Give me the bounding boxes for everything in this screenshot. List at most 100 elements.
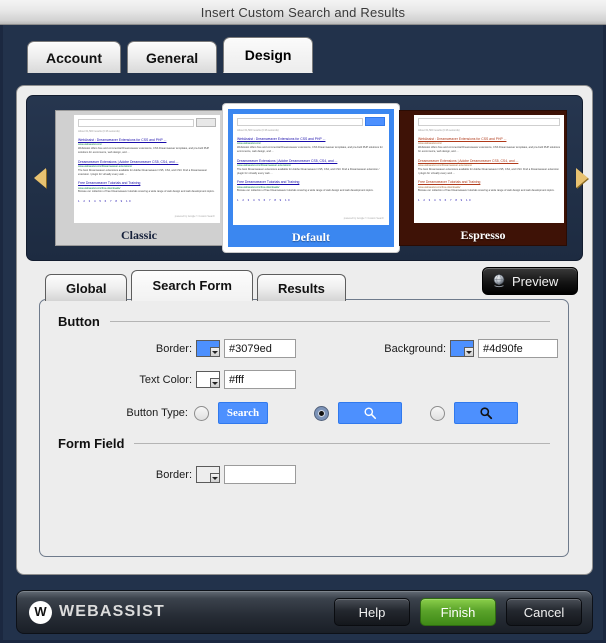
serp-result: WebAssist : Dreamweaver Extensions for C… — [78, 138, 216, 155]
serp-result-snippet: WebAssist offers free and commercial Dre… — [237, 145, 383, 153]
tab-search-form-label: Search Form — [152, 278, 232, 293]
theme-preview-classic: About 61,500 results (0.36 seconds) WebA… — [74, 115, 220, 223]
serp-result: Free Dreamweaver Tutorials and Training … — [237, 180, 385, 193]
footer-bar: W WEBASSIST Help Finish Cancel — [16, 590, 593, 634]
cancel-button-label: Cancel — [523, 604, 565, 620]
button-border-label: Border: — [155, 342, 192, 355]
serp-result: Dreamweaver Extensions | Adobe Dreamweav… — [237, 159, 385, 176]
chevron-down-icon — [210, 473, 219, 482]
chevron-down-icon — [464, 347, 473, 356]
webassist-mark-icon: W — [29, 600, 52, 624]
button-background-label: Background: — [384, 342, 446, 355]
legend-divider — [134, 443, 550, 444]
form-field-border-color-input[interactable] — [224, 465, 296, 484]
serp-count: About 61,500 results (0.36 seconds) — [237, 129, 279, 132]
serp-button — [196, 118, 216, 127]
button-type-radio-text[interactable] — [194, 405, 209, 421]
serp-result-snippet: Browse our collection of free Dreamweave… — [78, 190, 215, 194]
tab-general[interactable]: General — [127, 41, 218, 73]
form-field-border-color-swatch[interactable] — [196, 466, 220, 483]
serp-button — [365, 117, 385, 126]
form-field-border-row: Border: — [40, 465, 568, 484]
button-text-color-row: Text Color: — [40, 370, 568, 389]
help-button[interactable]: Help — [334, 598, 410, 626]
button-background-color-input[interactable] — [478, 339, 558, 358]
serp-result-snippet: WebAssist offers free and commercial Dre… — [418, 145, 560, 153]
theme-preview-espresso: About 61,500 results (0.36 seconds) WebA… — [414, 115, 564, 223]
search-form-settings: Button Border: Background: — [39, 299, 569, 557]
button-background-color-swatch[interactable] — [450, 340, 474, 357]
tab-design[interactable]: Design — [223, 37, 314, 73]
chevron-down-icon — [210, 378, 219, 387]
serp-pagination: 1 2 3 4 5 6 7 8 9 10 — [78, 199, 133, 204]
globe-icon — [493, 274, 505, 288]
button-section-title: Button — [58, 314, 100, 329]
theme-frame-default: About 61,500 results (0.36 seconds) WebA… — [228, 109, 394, 247]
tab-account[interactable]: Account — [27, 41, 121, 73]
button-type-text-label: Search — [226, 407, 260, 419]
theme-frame-espresso: About 61,500 results (0.36 seconds) WebA… — [399, 110, 567, 246]
tab-general-label: General — [146, 49, 199, 66]
preview-button[interactable]: Preview — [482, 267, 578, 295]
button-type-radio-icon-black[interactable] — [430, 405, 445, 421]
serp-result: Dreamweaver Extensions | Adobe Dreamweav… — [78, 160, 216, 177]
theme-label-classic: Classic — [56, 225, 222, 245]
button-type-preview-text[interactable]: Search — [218, 402, 268, 424]
tab-global[interactable]: Global — [45, 274, 128, 301]
button-type-label: Button Type: — [126, 407, 188, 419]
theme-option-espresso[interactable]: About 61,500 results (0.36 seconds) WebA… — [399, 110, 567, 246]
serp-result-snippet: The best Dreamweaver extensions availabl… — [237, 167, 380, 175]
button-border-color-swatch[interactable] — [196, 340, 220, 357]
serp-pagination: 1 2 3 4 5 6 7 8 9 10 — [418, 198, 473, 203]
brand-logo: W WEBASSIST — [29, 600, 334, 624]
tab-results-label: Results — [277, 280, 325, 296]
serp-count: About 61,500 results (0.36 seconds) — [418, 129, 460, 132]
tab-account-label: Account — [46, 49, 102, 66]
next-theme-arrow[interactable] — [569, 96, 595, 260]
button-text-color-input[interactable] — [224, 370, 296, 389]
button-type-preview-icon-white[interactable] — [338, 402, 402, 424]
inner-tab-bar: Global Search Form Results — [45, 270, 350, 301]
finish-button[interactable]: Finish — [420, 598, 496, 626]
theme-option-classic[interactable]: About 61,500 results (0.36 seconds) WebA… — [55, 110, 223, 246]
preview-button-label: Preview — [512, 273, 559, 289]
cancel-button[interactable]: Cancel — [506, 598, 582, 626]
search-icon — [480, 407, 493, 420]
prev-theme-arrow[interactable] — [27, 96, 53, 260]
tab-results[interactable]: Results — [256, 274, 346, 301]
button-type-preview-icon-black[interactable] — [454, 402, 518, 424]
button-text-color-swatch[interactable] — [196, 371, 220, 388]
serp-input — [237, 117, 363, 126]
serp-mock: About 61,500 results (0.36 seconds) WebA… — [414, 115, 564, 223]
button-border-color-input[interactable] — [224, 339, 296, 358]
button-type-radio-icon-white[interactable] — [314, 405, 329, 421]
arrow-left-icon — [34, 168, 46, 188]
serp-result-snippet: The best Dreamweaver extensions availabl… — [78, 168, 208, 176]
serp-input — [418, 118, 560, 126]
serp-input — [78, 118, 194, 127]
serp-result: WebAssist : Dreamweaver Extensions for C… — [418, 137, 560, 154]
theme-carousel: About 61,500 results (0.36 seconds) WebA… — [26, 95, 588, 261]
button-text-color-label: Text Color: — [139, 373, 192, 386]
dialog-window: Insert Custom Search and Results Account… — [0, 0, 606, 643]
theme-option-default[interactable]: About 61,500 results (0.36 seconds) WebA… — [223, 104, 399, 252]
theme-label-default: Default — [292, 229, 330, 244]
tab-search-form[interactable]: Search Form — [131, 270, 253, 301]
serp-result-snippet: WebAssist offers free and commercial Dre… — [78, 146, 210, 154]
form-field-section-title: Form Field — [58, 436, 125, 451]
dialog-body: Account General Design About 61,500 resu… — [0, 25, 606, 643]
serp-searchbar — [418, 118, 560, 126]
tab-global-label: Global — [66, 280, 107, 296]
form-field-border-label: Border: — [155, 468, 192, 481]
serp-searchbar — [237, 117, 385, 126]
serp-pagination: 1 2 3 4 5 6 7 8 9 10 — [237, 198, 292, 203]
button-border-row: Border: Background: — [40, 339, 568, 358]
window-title: Insert Custom Search and Results — [200, 4, 406, 20]
serp-powered-by: powered by Google™ Custom Search — [174, 215, 215, 219]
form-field-section-legend: Form Field — [58, 436, 550, 451]
serp-result: WebAssist : Dreamweaver Extensions for C… — [237, 137, 385, 154]
serp-searchbar — [78, 118, 216, 127]
legend-divider — [109, 321, 550, 322]
serp-result-snippet: Browse our collection of free Dreamweave… — [237, 189, 374, 193]
tab-design-label: Design — [244, 47, 292, 63]
